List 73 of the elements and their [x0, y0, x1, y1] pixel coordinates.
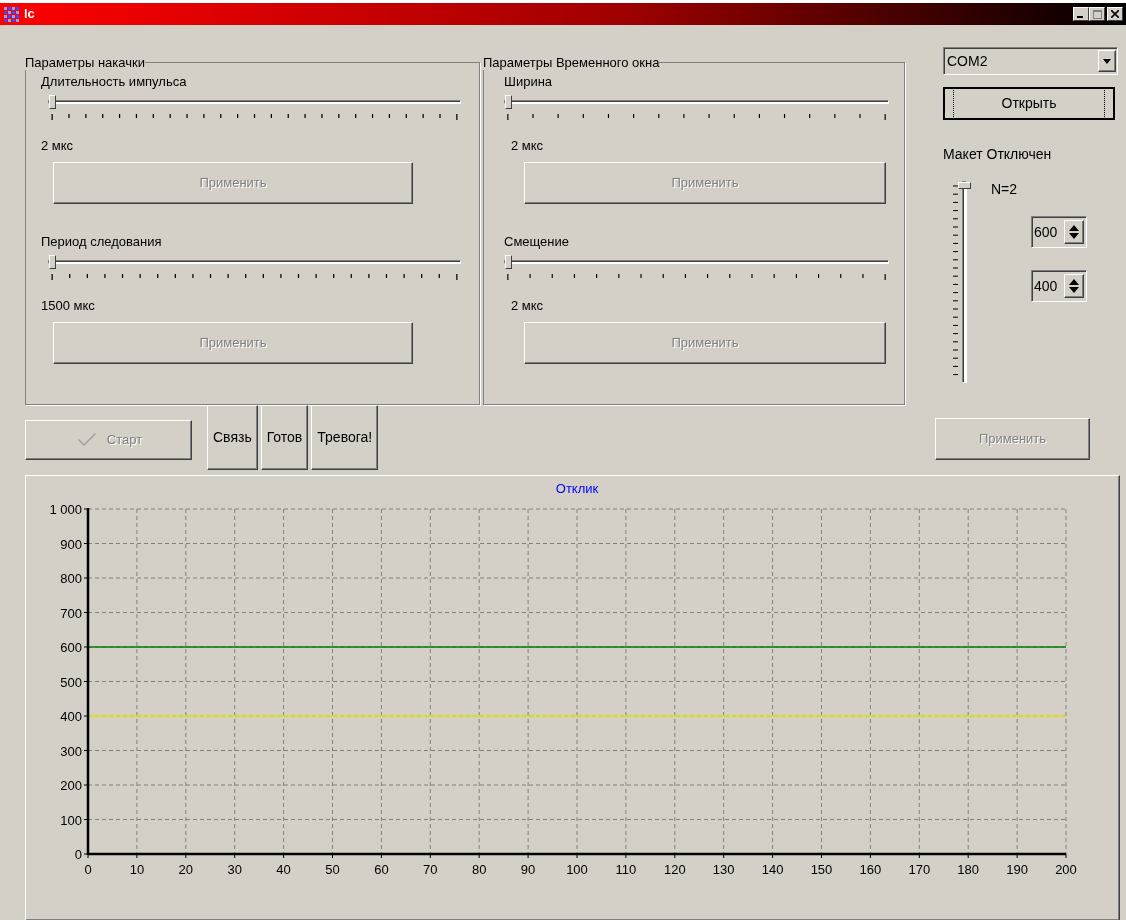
x-tick-label: 140 [761, 862, 784, 877]
close-icon [1111, 10, 1119, 18]
minimize-button[interactable] [1073, 7, 1089, 21]
y-tick-label: 1 000 [49, 502, 82, 517]
status-label: Макет Отключен [943, 145, 1053, 164]
y-tick-label: 300 [60, 743, 82, 759]
y-tick-label: 800 [60, 571, 82, 586]
x-tick-label: 30 [227, 862, 242, 877]
status-indicator: Готов [260, 405, 309, 470]
slider-thumb[interactable] [505, 95, 512, 109]
slider-label: Смещение [503, 234, 570, 250]
status-indicator: Связь [207, 405, 258, 470]
x-tick-label: 180 [957, 862, 980, 877]
y-tick-label: 400 [60, 709, 82, 724]
x-tick-label: 150 [810, 862, 833, 877]
up-down-icon [1069, 279, 1079, 293]
x-tick-label: 160 [859, 862, 882, 877]
x-tick-label: 120 [663, 862, 686, 877]
spin-field[interactable]: 400 [1031, 270, 1087, 302]
spin-field[interactable]: 600 [1031, 216, 1087, 248]
x-tick-label: 130 [712, 862, 735, 877]
slider-label: Длительность импульса [40, 74, 188, 90]
open-button[interactable]: Открыть [943, 87, 1115, 120]
x-tick-label: 0 [84, 862, 92, 877]
port-value: COM2 [947, 51, 989, 71]
spin-arrows[interactable] [1064, 274, 1084, 298]
x-tick-label: 90 [520, 862, 536, 877]
x-tick-label: 50 [325, 862, 340, 877]
x-tick-label: 20 [178, 862, 194, 877]
x-tick-label: 100 [566, 862, 588, 877]
y-tick-label: 100 [60, 812, 82, 828]
y-tick-label: 0 [74, 847, 82, 862]
chart-title: Отклик [555, 481, 599, 496]
x-tick-label: 40 [276, 862, 291, 877]
window-title: lc [24, 5, 35, 24]
x-tick-label: 170 [908, 862, 931, 877]
up-down-icon [1069, 225, 1079, 239]
spin-arrows[interactable] [1064, 220, 1084, 244]
slider-thumb[interactable] [505, 255, 512, 269]
spin-value: 600 [1034, 222, 1059, 242]
y-tick-label: 600 [60, 640, 82, 655]
slider-value: 2 мкс [40, 138, 75, 154]
slider-value: 2 мкс [510, 138, 545, 154]
x-tick-label: 200 [1055, 862, 1077, 877]
spin-value: 400 [1034, 276, 1059, 296]
y-tick-label: 700 [60, 605, 82, 621]
status-indicator: Тревога! [311, 405, 379, 470]
x-tick-label: 190 [1006, 862, 1028, 877]
x-tick-label: 60 [374, 862, 389, 877]
slider-thumb[interactable] [49, 255, 56, 269]
close-button[interactable] [1107, 7, 1123, 21]
slider-thumb[interactable] [958, 182, 971, 189]
slider-value: 2 мкс [510, 298, 545, 314]
n-value: N=2 [991, 180, 1019, 199]
x-tick-label: 70 [423, 862, 438, 877]
caret-icon [1103, 58, 1111, 64]
y-tick-label: 500 [60, 674, 82, 690]
slider-value: 1500 мкс [40, 298, 96, 314]
slider-label: Период следования [40, 234, 163, 250]
maximize-button[interactable] [1089, 7, 1105, 21]
x-tick-label: 80 [471, 862, 487, 877]
x-tick-label: 110 [615, 862, 637, 877]
maximize-icon [1092, 9, 1102, 19]
slider-thumb[interactable] [49, 95, 56, 109]
group-title: Параметры накачки [25, 55, 145, 70]
vertical-slider[interactable] [953, 181, 973, 383]
y-tick-label: 200 [60, 778, 82, 793]
slider-label: Ширина [503, 74, 554, 90]
port-dropdown[interactable]: COM2 [943, 47, 1118, 75]
y-tick-label: 900 [60, 536, 82, 552]
group-title: Параметры Временного окна [483, 55, 660, 70]
app-icon [3, 6, 21, 22]
x-tick-label: 10 [129, 862, 145, 877]
